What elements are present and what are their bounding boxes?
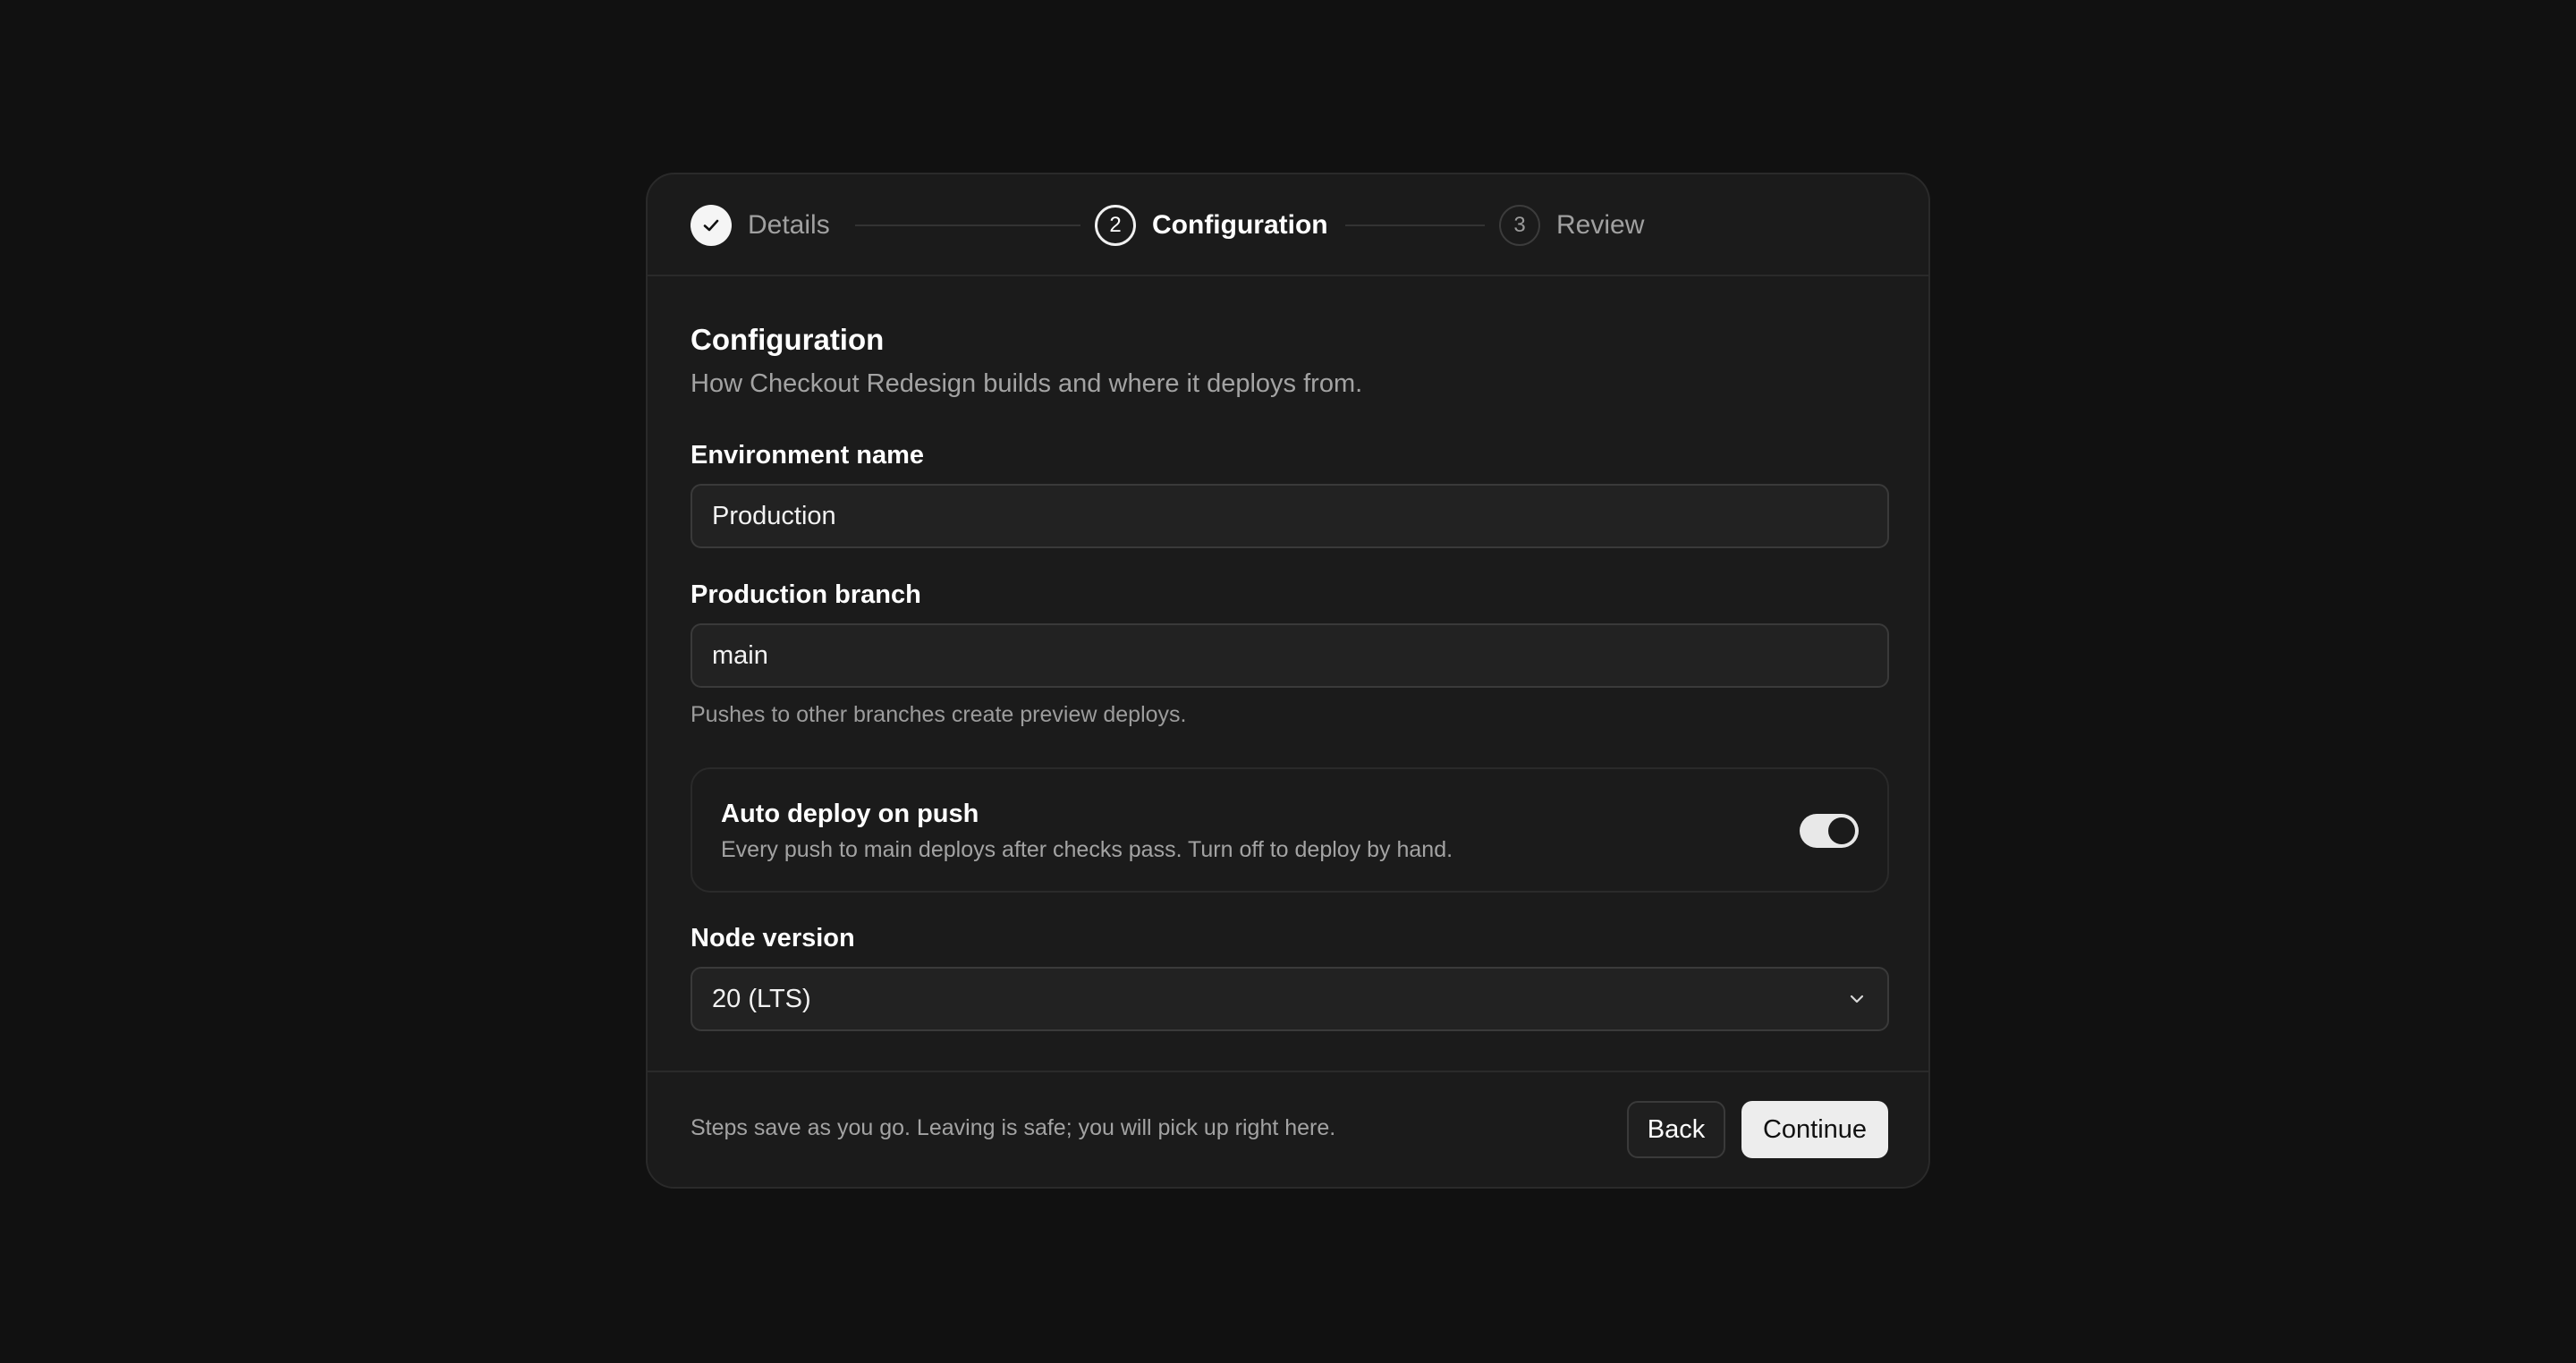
step-complete-indicator: [691, 205, 732, 246]
page-title: Configuration: [691, 323, 885, 356]
auto-deploy-description: Every push to main deploys after checks …: [721, 837, 1453, 862]
auto-deploy-title: Auto deploy on push: [721, 800, 979, 828]
step-label: Details: [748, 210, 830, 240]
step-label: Configuration: [1152, 210, 1328, 240]
production-branch-label: Production branch: [691, 580, 921, 609]
footer-note: Steps save as you go. Leaving is safe; y…: [691, 1115, 1336, 1140]
environment-name-input[interactable]: Production: [691, 484, 1889, 548]
step-review[interactable]: 3 Review: [1499, 203, 1644, 248]
node-version-select[interactable]: 20 (LTS): [691, 967, 1889, 1031]
chevron-down-icon: [1850, 995, 1864, 1003]
stepper: Details 2 Configuration 3 Review: [648, 174, 1928, 276]
production-branch-hint: Pushes to other branches create preview …: [691, 702, 1187, 727]
toggle-knob: [1828, 817, 1855, 844]
continue-button[interactable]: Continue: [1741, 1101, 1888, 1158]
check-icon: [703, 219, 719, 232]
step-details[interactable]: Details: [691, 203, 830, 248]
step-connector: [1345, 224, 1485, 226]
production-branch-input[interactable]: main: [691, 623, 1889, 688]
back-button[interactable]: Back: [1627, 1101, 1725, 1158]
auto-deploy-setting: Auto deploy on push Every push to main d…: [691, 767, 1889, 893]
node-version-label: Node version: [691, 924, 855, 952]
node-version-value: 20 (LTS): [712, 984, 811, 1013]
environment-name-label: Environment name: [691, 441, 925, 470]
step-number: 2: [1095, 205, 1136, 246]
auto-deploy-toggle[interactable]: [1800, 814, 1859, 848]
step-number: 3: [1499, 205, 1540, 246]
wizard-footer: Steps save as you go. Leaving is safe; y…: [648, 1071, 1928, 1187]
step-connector: [855, 224, 1080, 226]
step-configuration[interactable]: 2 Configuration: [1095, 203, 1328, 248]
setup-wizard-card: Details 2 Configuration 3 Review Configu…: [646, 173, 1930, 1189]
step-label: Review: [1556, 210, 1645, 240]
page-subtitle: How Checkout Redesign builds and where i…: [691, 369, 1363, 398]
